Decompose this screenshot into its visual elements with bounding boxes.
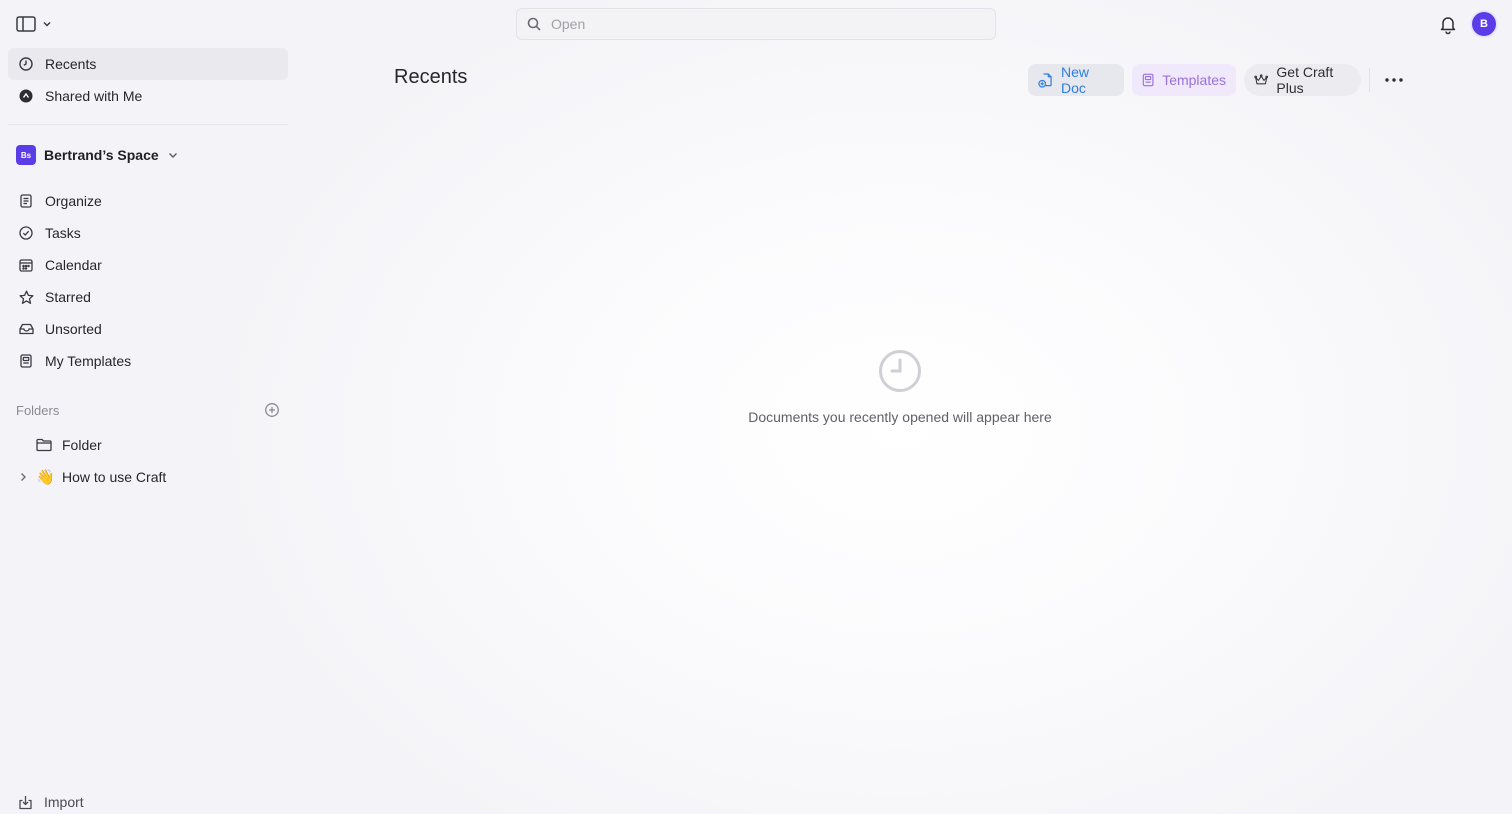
more-options-icon[interactable] <box>1382 70 1406 90</box>
sidebar-icon <box>16 16 36 32</box>
sidebar-item-label: Recents <box>45 56 97 72</box>
page-title: Recents <box>394 66 468 88</box>
sidebar-item-starred[interactable]: Starred <box>8 281 288 313</box>
sidebar-item-shared[interactable]: Shared with Me <box>8 80 288 112</box>
search-input[interactable] <box>551 16 995 32</box>
sidebar-item-tasks[interactable]: Tasks <box>8 217 288 249</box>
calendar-icon <box>18 257 34 273</box>
folder-item[interactable]: Folder <box>8 429 288 461</box>
star-icon <box>18 289 34 305</box>
sidebar-item-calendar[interactable]: Calendar <box>8 249 288 281</box>
sidebar-toggle-button[interactable] <box>16 12 52 36</box>
add-folder-icon[interactable] <box>264 402 280 418</box>
avatar[interactable]: B <box>1472 12 1496 36</box>
sidebar-item-label: Starred <box>45 289 91 305</box>
space-switcher[interactable]: Bs Bertrand’s Space <box>16 143 179 167</box>
folders-label: Folders <box>16 402 60 418</box>
new-doc-icon <box>1038 72 1052 88</box>
folder-item-how-to-use-craft[interactable]: 👋 How to use Craft <box>8 461 288 493</box>
templates-label: Templates <box>1162 72 1226 88</box>
sidebar-item-label: Unsorted <box>45 321 102 337</box>
empty-state-message: Documents you recently opened will appea… <box>748 409 1052 425</box>
get-craft-plus-label: Get Craft Plus <box>1276 64 1334 96</box>
get-craft-plus-button[interactable]: Get Craft Plus <box>1244 64 1361 96</box>
sidebar-item-label: Tasks <box>45 225 81 241</box>
new-doc-label: New Doc <box>1060 64 1089 96</box>
chevron-down-icon <box>43 21 51 27</box>
bell-icon[interactable] <box>1437 13 1459 35</box>
sidebar-item-unsorted[interactable]: Unsorted <box>8 313 288 345</box>
template-icon <box>18 353 34 369</box>
import-button[interactable]: Import <box>18 790 84 814</box>
templates-button[interactable]: Templates <box>1132 64 1236 96</box>
import-label: Import <box>44 794 84 810</box>
sidebar-item-label: Organize <box>45 193 102 209</box>
toolbar-divider <box>1369 68 1370 92</box>
clock-icon <box>18 56 34 72</box>
chevron-down-icon <box>168 153 177 158</box>
sidebar-item-my-templates[interactable]: My Templates <box>8 345 288 377</box>
folders-header: Folders <box>16 400 280 420</box>
folder-label: How to use Craft <box>62 469 167 485</box>
sidebar-item-label: Shared with Me <box>45 88 143 104</box>
check-circle-icon <box>18 225 34 241</box>
sidebar-item-organize[interactable]: Organize <box>8 185 288 217</box>
sidebar-item-label: Calendar <box>45 257 102 273</box>
sidebar-item-recents[interactable]: Recents <box>8 48 288 80</box>
folder-label: Folder <box>62 437 102 453</box>
sidebar-divider <box>8 124 288 125</box>
folder-icon <box>36 438 52 452</box>
sidebar-item-label: My Templates <box>45 353 132 369</box>
shared-icon <box>18 88 34 104</box>
space-name: Bertrand’s Space <box>44 147 159 163</box>
clock-icon <box>879 350 921 392</box>
document-list-icon <box>18 193 34 209</box>
space-badge: Bs <box>16 145 36 165</box>
import-icon <box>19 795 32 809</box>
search-bar[interactable] <box>516 8 996 40</box>
new-doc-button[interactable]: New Doc <box>1028 64 1124 96</box>
crown-icon <box>1254 74 1269 85</box>
waving-hand-emoji: 👋 <box>36 469 55 486</box>
search-icon <box>527 17 541 31</box>
chevron-right-icon[interactable] <box>18 471 28 483</box>
inbox-icon <box>18 321 34 337</box>
template-icon <box>1142 73 1154 87</box>
